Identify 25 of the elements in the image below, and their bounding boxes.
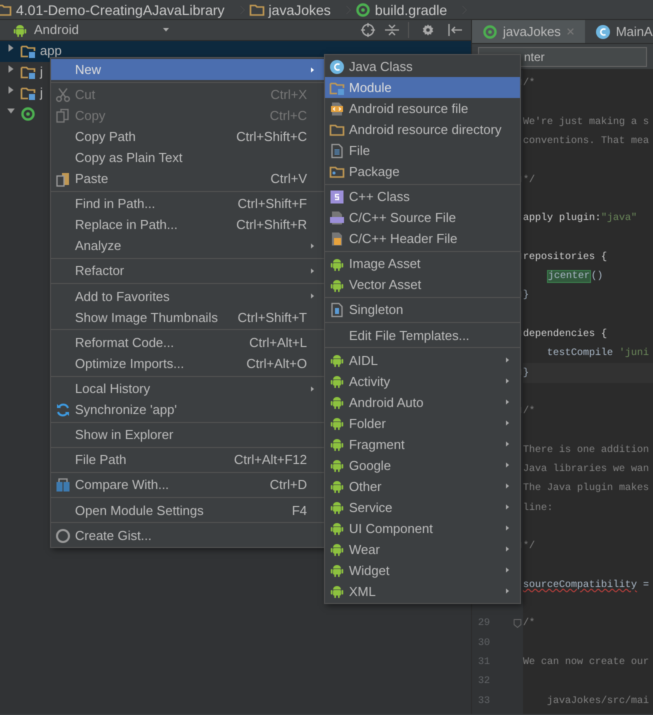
code-text: apply plugin: bbox=[523, 213, 602, 224]
code-text: testCompile bbox=[547, 348, 614, 360]
code-text: } bbox=[523, 290, 530, 302]
code-text: javaJokes/src/mai bbox=[547, 696, 650, 707]
code-text: /* bbox=[523, 406, 536, 418]
code-text: */ bbox=[523, 541, 536, 552]
code-text: = bbox=[642, 580, 650, 591]
code-text: */ bbox=[523, 174, 536, 186]
code-text: conventions. That mea bbox=[523, 136, 650, 148]
code-text: dependencies { bbox=[523, 329, 608, 340]
code-text: There is one addition bbox=[523, 444, 650, 456]
code-text: We're just making a s bbox=[523, 116, 650, 128]
code-text: /* bbox=[523, 618, 536, 630]
code-text: /* bbox=[523, 78, 536, 90]
code-text: 'juni bbox=[619, 348, 650, 360]
code-text: repositories { bbox=[523, 252, 608, 263]
code-text: We can now create our bbox=[523, 657, 650, 668]
code-text: Java libraries we wan bbox=[523, 464, 650, 476]
code-text: The Java plugin makes bbox=[523, 483, 650, 494]
code-text: "java" bbox=[601, 213, 638, 224]
code-text: } bbox=[523, 368, 530, 379]
code-text: sourceCompatibility bbox=[523, 580, 638, 591]
code-text: () bbox=[591, 271, 604, 282]
code-text: line: bbox=[523, 502, 554, 514]
search-match: jcenter bbox=[547, 270, 592, 284]
